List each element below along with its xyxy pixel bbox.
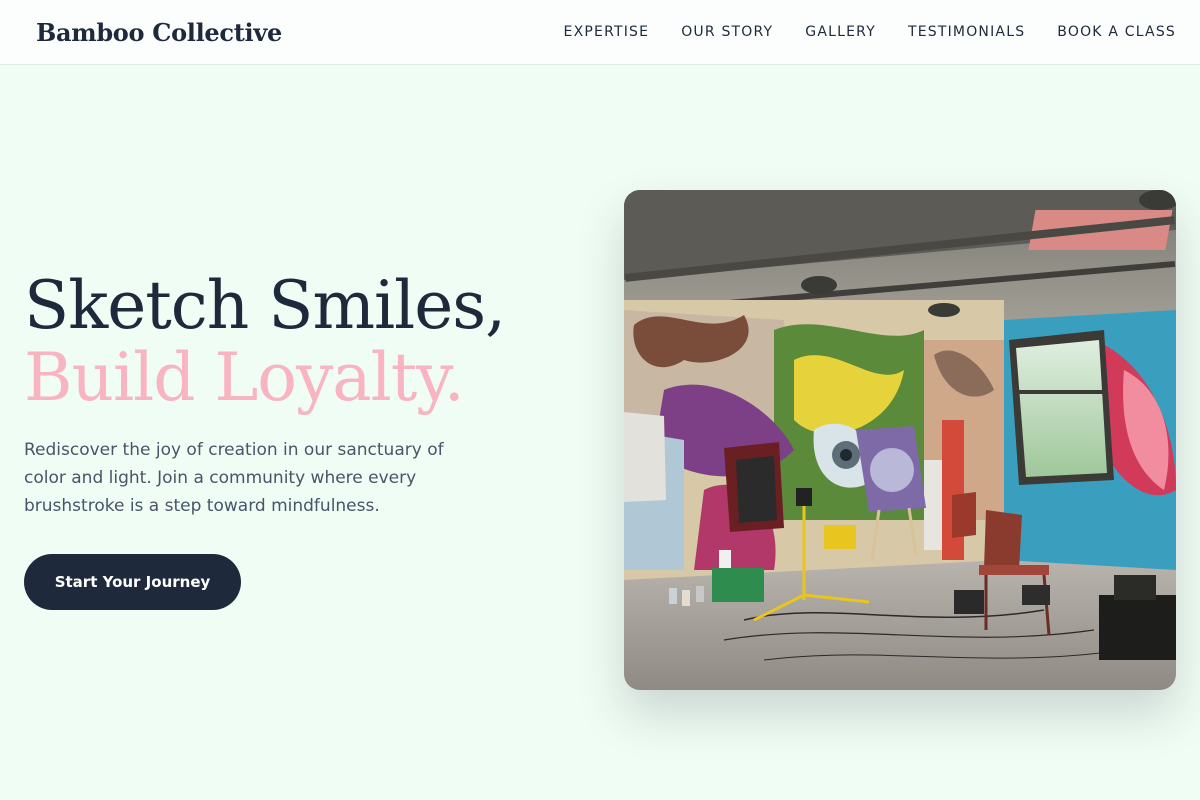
main-nav: EXPERTISE OUR STORY GALLERY TESTIMONIALS… [564,24,1176,40]
hero-heading-line1: Sketch Smiles, [24,267,506,344]
nav-link-book-a-class[interactable]: BOOK A CLASS [1057,24,1176,40]
nav-link-testimonials[interactable]: TESTIMONIALS [908,24,1025,40]
nav-link-our-story[interactable]: OUR STORY [681,24,773,40]
nav-link-gallery[interactable]: GALLERY [805,24,876,40]
hero-image [624,190,1176,690]
hero-text-block: Sketch Smiles, Build Loyalty. Rediscover… [24,270,584,520]
art-studio-illustration [624,190,1176,690]
hero-heading-line2: Build Loyalty. [24,339,465,416]
start-journey-button[interactable]: Start Your Journey [24,554,241,610]
hero-subtitle: Rediscover the joy of creation in our sa… [24,440,444,516]
brand-logo[interactable]: Bamboo Collective [36,18,282,47]
hero-heading: Sketch Smiles, Build Loyalty. [24,270,584,414]
nav-link-expertise[interactable]: EXPERTISE [564,24,650,40]
top-navbar: Bamboo Collective EXPERTISE OUR STORY GA… [0,0,1200,65]
